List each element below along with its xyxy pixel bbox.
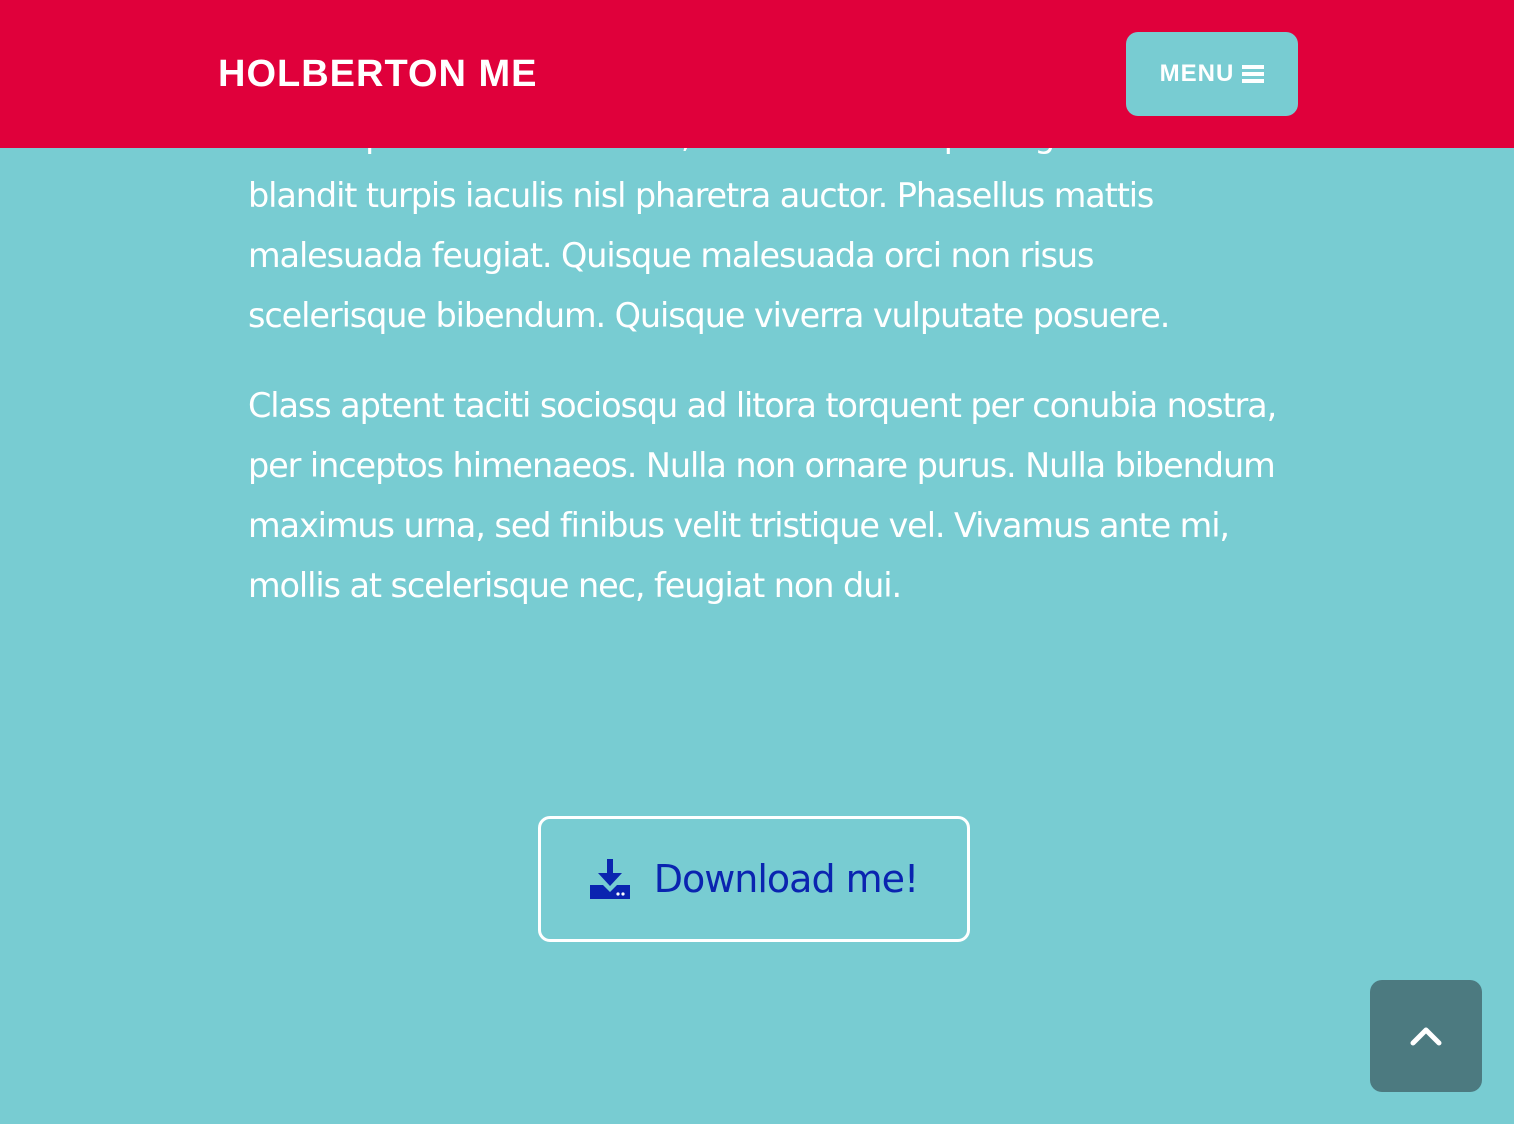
content-paragraph-2: Class aptent taciti sociosqu ad litora t… xyxy=(248,386,1277,605)
navbar: HOLBERTON ME MENU xyxy=(0,0,1514,148)
main-content: Lorem ipsum dolor sit amet, consectetur … xyxy=(248,106,1278,646)
download-button[interactable]: Download me! xyxy=(538,816,970,942)
menu-button[interactable]: MENU xyxy=(1126,32,1298,116)
brand-title[interactable]: HOLBERTON ME xyxy=(218,52,538,96)
download-icon xyxy=(589,859,630,899)
bars-icon xyxy=(1242,65,1265,83)
download-button-label: Download me! xyxy=(653,857,920,901)
back-to-top-button[interactable] xyxy=(1370,980,1482,1092)
chevron-up-icon xyxy=(1410,1027,1442,1046)
menu-button-label: MENU xyxy=(1159,60,1235,87)
